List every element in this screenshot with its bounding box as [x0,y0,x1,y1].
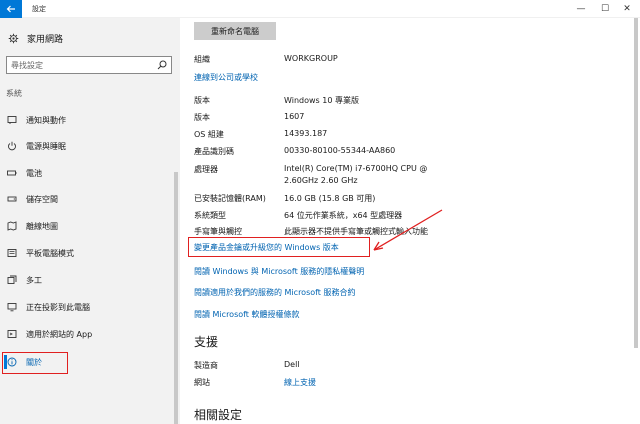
spec-value: 00330-80100-55344-AA860 [284,146,396,155]
spec-label: 版本 [194,96,210,105]
battery-icon [0,168,24,178]
spec-label: 版本 [194,113,210,122]
multitask-icon [0,275,24,285]
spec-label: 處理器 [194,165,218,174]
support-label: 網站 [194,378,210,387]
spec-value: 1607 [284,112,305,121]
storage-icon [0,194,24,204]
title-bar: 設定 — ☐ ✕ [0,0,640,18]
sidebar-item-label: 電池 [26,168,42,178]
spec-value: 16.0 GB (15.8 GB 可用) [284,194,376,203]
change-product-key-link[interactable]: 變更產品金鑰或升級您的 Windows 版本 [194,242,339,253]
sidebar-section-system: 系統 [6,89,22,98]
spec-value: 此顯示器不提供手寫筆或觸控式輸入功能 [284,227,428,236]
spec-value: Intel(R) Core(TM) i7-6700HQ CPU @ [284,164,428,173]
spec-value: Windows 10 專業版 [284,96,359,105]
sidebar-item-multitasking[interactable]: 多工 [0,270,172,290]
sidebar-item-label: 正在投影到此電腦 [26,302,90,312]
spec-value: 14393.187 [284,129,328,138]
sidebar-item-label: 適用於網站的 App [26,329,93,339]
back-arrow-icon [6,5,15,13]
sidebar-item-label: 平板電腦模式 [26,248,74,258]
connect-work-school-link[interactable]: 連線到公司或學校 [194,72,258,83]
sidebar-item-storage[interactable]: 儲存空間 [0,189,172,209]
spec-value-continued: 2.60GHz 2.60 GHz [284,176,358,185]
spec-label: 已安裝記憶體(RAM) [194,194,266,203]
power-icon [0,141,24,151]
org-value: WORKGROUP [284,54,338,63]
back-button[interactable] [0,0,22,18]
map-icon [0,221,24,231]
support-label: 製造商 [194,361,218,370]
sidebar-item-offline-maps[interactable]: 離線地圖 [0,216,172,236]
sidebar-item-notifications[interactable]: 通知與動作 [0,110,172,130]
projecting-icon [0,302,24,312]
spec-value: 64 位元作業系統，x64 型處理器 [284,211,403,220]
privacy-statement-link[interactable]: 閱讀 Windows 與 Microsoft 服務的隱私權聲明 [194,266,364,277]
services-agreement-link[interactable]: 閱讀適用於我們的服務的 Microsoft 服務合約 [194,287,356,298]
annotation-highlight-about [2,352,68,374]
spec-label: 產品識別碼 [194,147,234,156]
related-settings-heading: 相關設定 [194,408,243,422]
org-label: 組織 [194,55,210,64]
sidebar-item-power[interactable]: 電源與睡眠 [0,136,172,156]
spec-label: 系統類型 [194,211,226,220]
notification-icon [0,115,24,125]
sidebar-item-apps-for-websites[interactable]: 適用於網站的 App [0,324,172,344]
sidebar-item-projecting[interactable]: 正在投影到此電腦 [0,297,172,317]
search-input[interactable] [11,60,151,70]
sidebar-item-label: 多工 [26,275,42,285]
sidebar-item-label: 離線地圖 [26,221,58,231]
sidebar-scrollbar[interactable] [174,172,178,424]
spec-label: 手寫筆與觸控 [194,227,242,236]
search-box[interactable] [6,56,172,74]
support-heading: 支援 [194,335,219,349]
sidebar-item-label: 電源與睡眠 [26,141,66,151]
maximize-button[interactable]: ☐ [594,0,616,18]
gear-icon [8,33,19,44]
sidebar-item-label: 儲存空間 [26,194,58,204]
apps-for-websites-icon [0,329,24,339]
main-content: 重新命名電腦 組織 WORKGROUP 連線到公司或學校 版本 Windows … [180,18,640,424]
tablet-icon [0,248,24,258]
main-scrollbar[interactable] [634,18,638,348]
online-support-link[interactable]: 線上支援 [284,377,316,388]
sidebar-item-tablet-mode[interactable]: 平板電腦模式 [0,243,172,263]
sidebar-item-label: 通知與動作 [26,115,66,125]
sidebar-home[interactable]: 家用網路 [8,32,63,45]
minimize-button[interactable]: — [570,0,592,18]
license-terms-link[interactable]: 閱讀 Microsoft 軟體授權條款 [194,309,300,320]
window-title: 設定 [32,5,46,13]
sidebar-item-battery[interactable]: 電池 [0,163,172,183]
search-icon[interactable] [157,60,167,70]
rename-pc-button[interactable]: 重新命名電腦 [194,22,276,40]
spec-label: OS 組建 [194,130,224,139]
close-button[interactable]: ✕ [616,0,638,18]
sidebar-home-label: 家用網路 [27,35,64,45]
support-value: Dell [284,360,300,369]
sidebar: 家用網路 系統 通知與動作 電源與睡眠 電池 儲存空間 離線地圖 平板電腦模式 … [0,18,180,424]
